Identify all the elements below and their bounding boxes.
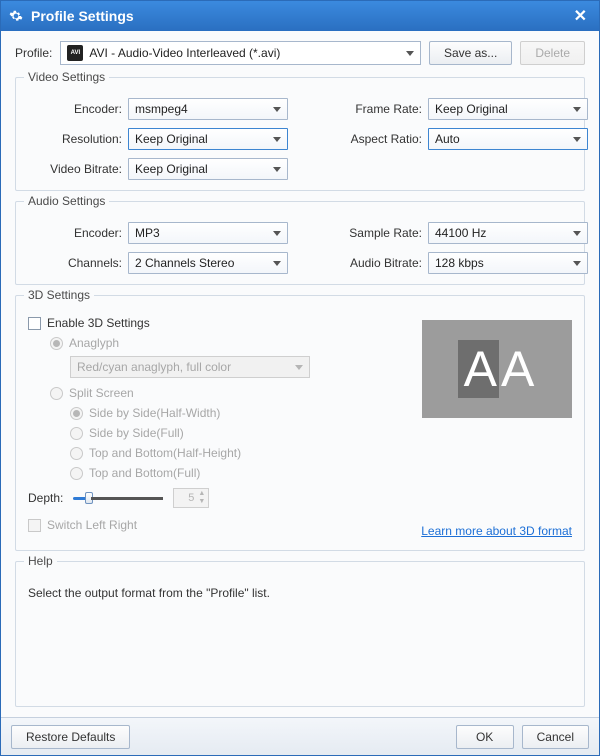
chevron-down-icon xyxy=(573,261,581,266)
chevron-down-icon xyxy=(406,51,414,56)
side-full-radio xyxy=(70,427,83,440)
chevron-down-icon xyxy=(273,231,281,236)
top-full-row: Top and Bottom(Full) xyxy=(28,466,409,480)
depth-row: Depth: 5 ▲ ▼ xyxy=(28,488,409,508)
anaglyph-mode-select: Red/cyan anaglyph, full color xyxy=(70,356,310,378)
audio-bitrate-select[interactable]: 128 kbps xyxy=(428,252,588,274)
cancel-button[interactable]: Cancel xyxy=(522,725,589,749)
audio-encoder-select[interactable]: MP3 xyxy=(128,222,288,244)
help-group: Help Select the output format from the "… xyxy=(15,561,585,707)
profile-value: AVI - Audio-Video Interleaved (*.avi) xyxy=(89,46,280,60)
enable-3d-row[interactable]: Enable 3D Settings xyxy=(28,316,409,330)
3d-settings-group: 3D Settings Enable 3D Settings Anaglyph … xyxy=(15,295,585,551)
samplerate-select[interactable]: 44100 Hz xyxy=(428,222,588,244)
framerate-select[interactable]: Keep Original xyxy=(428,98,588,120)
profile-row: Profile: AVI AVI - Audio-Video Interleav… xyxy=(15,41,585,65)
top-full-radio xyxy=(70,467,83,480)
slider-thumb[interactable] xyxy=(85,492,93,504)
resolution-select[interactable]: Keep Original xyxy=(128,128,288,150)
profile-settings-window: Profile Settings ✕ Profile: AVI AVI - Au… xyxy=(0,0,600,756)
chevron-down-icon xyxy=(273,261,281,266)
video-encoder-select[interactable]: msmpeg4 xyxy=(128,98,288,120)
depth-label: Depth: xyxy=(28,491,63,505)
switch-lr-label: Switch Left Right xyxy=(47,518,137,532)
chevron-down-icon: ▼ xyxy=(198,498,206,506)
anaglyph-row: Anaglyph xyxy=(28,336,409,350)
chevron-down-icon xyxy=(273,137,281,142)
profile-label: Profile: xyxy=(15,46,52,60)
framerate-label: Frame Rate: xyxy=(338,102,428,116)
video-legend: Video Settings xyxy=(24,70,109,84)
channels-select[interactable]: 2 Channels Stereo xyxy=(128,252,288,274)
aspect-label: Aspect Ratio: xyxy=(338,132,428,146)
audio-encoder-label: Encoder: xyxy=(28,226,128,240)
samplerate-label: Sample Rate: xyxy=(338,226,428,240)
video-settings-group: Video Settings Encoder: msmpeg4 Frame Ra… xyxy=(15,77,585,191)
depth-slider[interactable] xyxy=(73,491,163,505)
restore-defaults-button[interactable]: Restore Defaults xyxy=(11,725,130,749)
channels-label: Channels: xyxy=(28,256,128,270)
footer-bar: Restore Defaults OK Cancel xyxy=(1,717,599,755)
audio-settings-group: Audio Settings Encoder: MP3 Sample Rate:… xyxy=(15,201,585,285)
aspect-select[interactable]: Auto xyxy=(428,128,588,150)
enable-3d-label: Enable 3D Settings xyxy=(47,316,150,330)
side-half-radio xyxy=(70,407,83,420)
chevron-down-icon xyxy=(295,365,303,370)
side-full-row: Side by Side(Full) xyxy=(28,426,409,440)
save-as-button[interactable]: Save as... xyxy=(429,41,512,65)
top-half-radio xyxy=(70,447,83,460)
resolution-label: Resolution: xyxy=(28,132,128,146)
help-text: Select the output format from the "Profi… xyxy=(28,582,572,618)
chevron-down-icon xyxy=(573,231,581,236)
close-icon[interactable]: ✕ xyxy=(570,6,591,26)
split-screen-radio xyxy=(50,387,63,400)
video-encoder-label: Encoder: xyxy=(28,102,128,116)
preview-text: AA xyxy=(458,340,537,398)
help-legend: Help xyxy=(24,554,57,568)
chevron-down-icon xyxy=(273,107,281,112)
chevron-down-icon xyxy=(573,137,581,142)
anaglyph-label: Anaglyph xyxy=(69,336,119,350)
gear-icon xyxy=(9,9,23,23)
video-bitrate-label: Video Bitrate: xyxy=(28,162,128,176)
content-area: Profile: AVI AVI - Audio-Video Interleav… xyxy=(1,31,599,717)
chevron-down-icon xyxy=(573,107,581,112)
3d-preview: AA xyxy=(422,320,572,418)
side-half-row: Side by Side(Half-Width) xyxy=(28,406,409,420)
audio-legend: Audio Settings xyxy=(24,194,109,208)
chevron-down-icon xyxy=(273,167,281,172)
enable-3d-checkbox[interactable] xyxy=(28,317,41,330)
video-bitrate-select[interactable]: Keep Original xyxy=(128,158,288,180)
top-half-row: Top and Bottom(Half-Height) xyxy=(28,446,409,460)
learn-more-link[interactable]: Learn more about 3D format xyxy=(421,524,572,538)
split-screen-label: Split Screen xyxy=(69,386,134,400)
avi-file-icon: AVI xyxy=(67,45,83,61)
audio-bitrate-label: Audio Bitrate: xyxy=(338,256,428,270)
anaglyph-radio xyxy=(50,337,63,350)
split-screen-row: Split Screen xyxy=(28,386,409,400)
chevron-up-icon: ▲ xyxy=(198,490,206,498)
profile-dropdown[interactable]: AVI AVI - Audio-Video Interleaved (*.avi… xyxy=(60,41,421,65)
title-bar: Profile Settings ✕ xyxy=(1,1,599,31)
delete-button: Delete xyxy=(520,41,585,65)
switch-lr-row: Switch Left Right xyxy=(28,518,409,532)
depth-spinner: 5 ▲ ▼ xyxy=(173,488,209,508)
3d-legend: 3D Settings xyxy=(24,288,94,302)
ok-button[interactable]: OK xyxy=(456,725,514,749)
switch-lr-checkbox xyxy=(28,519,41,532)
window-title: Profile Settings xyxy=(31,8,134,24)
